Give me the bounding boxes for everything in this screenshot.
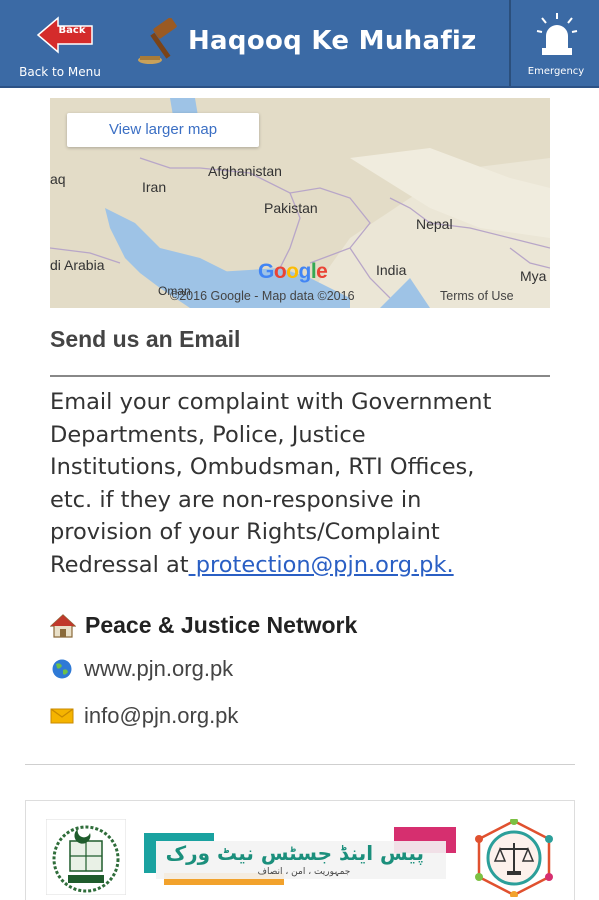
org-heading-row: Peace & Justice Network: [49, 612, 550, 642]
org-email-link[interactable]: info@pjn.org.pk: [84, 703, 238, 729]
pjn-circle-logo: [473, 817, 555, 899]
email-text-line: Institutions, Ombudsman, RTI Offices,: [50, 454, 475, 480]
google-letter: G: [258, 260, 274, 283]
email-text-line-last: Redressal at protection@pjn.org.pk.: [50, 549, 570, 582]
pjn-urdu-tagline: جمہوریت ، امن ، انصاف: [257, 867, 351, 877]
app-header: Back Back to Menu Haqooq Ke Muhafiz Emer…: [0, 0, 599, 88]
google-logo: Google: [258, 260, 328, 284]
google-letter: o: [273, 260, 287, 283]
siren-icon: [536, 12, 578, 58]
home-icon: [49, 614, 77, 638]
google-letter: e: [316, 260, 328, 283]
website-row[interactable]: www.pjn.org.pk: [50, 656, 550, 686]
back-badge-label: Back: [58, 25, 86, 36]
map-label-iran: Iran: [142, 179, 167, 195]
emergency-label: Emergency: [527, 66, 585, 77]
pjn-urdu-title: پیس اینڈ جسٹس نیٹ ورک: [165, 841, 424, 865]
map-terms-link[interactable]: Terms of Use: [440, 289, 514, 303]
send-email-heading: Send us an Email: [50, 326, 241, 352]
pjn-banner-logo: پیس اینڈ جسٹس نیٹ ورک جمہوریت ، امن ، ان…: [144, 827, 462, 887]
map-label-afghanistan: Afghanistan: [208, 163, 282, 179]
map-label-india: India: [376, 262, 407, 278]
globe-icon: [50, 658, 74, 680]
map-copyright: ©2016 Google - Map data ©2016: [170, 289, 355, 303]
section-divider: [50, 375, 550, 377]
mail-icon: [50, 705, 74, 727]
app-title-group: Haqooq Ke Muhafiz: [136, 14, 496, 72]
map-label-pakistan: Pakistan: [264, 200, 318, 216]
footer-divider: [25, 764, 575, 765]
back-to-menu-button[interactable]: Back Back to Menu: [8, 10, 112, 82]
google-letter: o: [286, 260, 299, 283]
map-attribution: ©2016 Google - Map data ©2016 Terms of U…: [170, 286, 550, 308]
app-title: Haqooq Ke Muhafiz: [188, 26, 477, 56]
email-text-line: provision of your Rights/Complaint: [50, 519, 440, 545]
complaint-email-link[interactable]: protection@pjn.org.pk.: [189, 552, 454, 578]
map-label-arabia: di Arabia: [50, 257, 105, 273]
google-letter: g: [298, 260, 312, 283]
email-text-prefix: Redressal at: [50, 551, 189, 578]
email-instructions: Email your complaint with Government Dep…: [50, 386, 570, 581]
pakistan-emblem-logo: [45, 818, 127, 896]
email-text-line: Email your complaint with Government: [50, 389, 492, 415]
back-to-menu-label: Back to Menu: [19, 65, 101, 79]
email-text-line: etc. if they are non-responsive in: [50, 486, 422, 513]
map-label-nepal: Nepal: [416, 216, 453, 232]
partner-logos-panel: پیس اینڈ جسٹس نیٹ ورک جمہوریت ، امن ، ان…: [25, 800, 575, 900]
org-name: Peace & Justice Network: [85, 612, 358, 638]
map-label-iraq: aq: [50, 171, 66, 187]
header-divider: [509, 0, 511, 86]
view-larger-map-link[interactable]: View larger map: [67, 113, 259, 147]
email-text-line: Departments, Police, Justice: [50, 421, 366, 448]
email-row[interactable]: info@pjn.org.pk: [50, 703, 550, 733]
embedded-map[interactable]: View larger map aq Iran Afghanistan Paki…: [50, 98, 550, 308]
website-link[interactable]: www.pjn.org.pk: [84, 656, 233, 682]
emergency-button[interactable]: Emergency: [514, 8, 598, 84]
map-label-myanmar: Mya: [520, 268, 547, 284]
gavel-icon: [136, 17, 190, 68]
